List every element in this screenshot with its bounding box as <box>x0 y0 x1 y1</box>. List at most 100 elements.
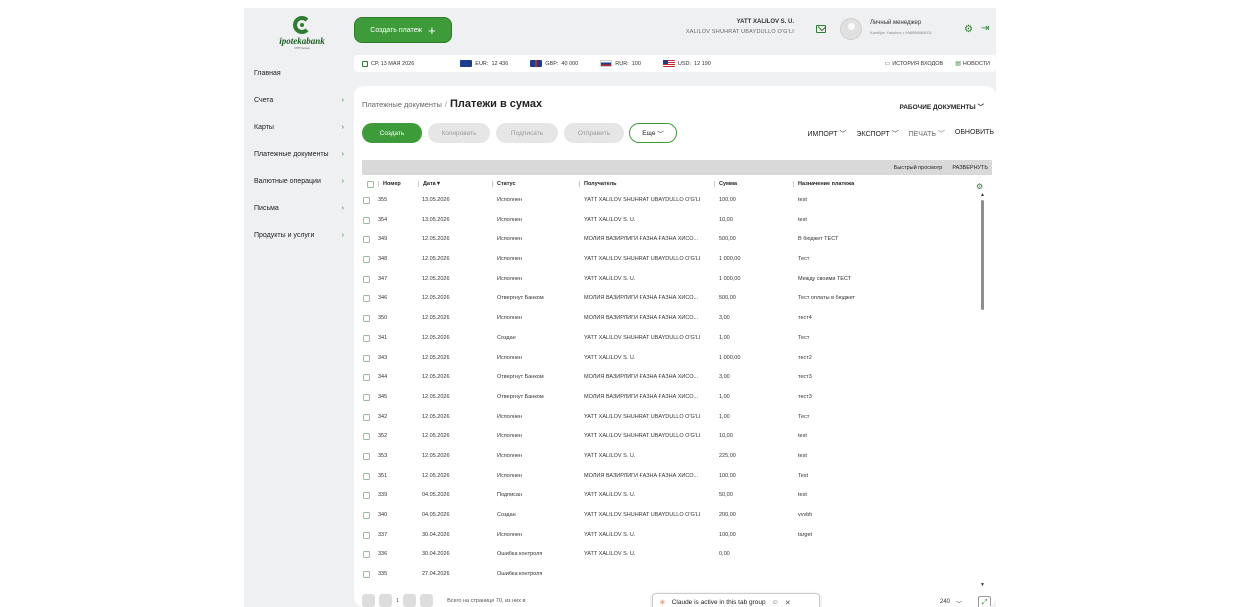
table-row[interactable]: 335 27.04.2026 Ошибка контроля <box>362 568 988 588</box>
bank-logo[interactable]: ipotekabank OTP Group <box>272 16 332 56</box>
row-checkbox[interactable] <box>363 393 370 403</box>
copy-button[interactable]: Копировать <box>428 123 490 143</box>
table-row[interactable]: 355 13.05.2026 Исполнен YATT XALILOV SHUHRA… <box>362 194 988 214</box>
next-page-button[interactable] <box>403 594 417 607</box>
cell-amount: 10,00 <box>719 433 733 440</box>
import-menu[interactable]: ИМПОРТ ﹀ <box>808 129 847 139</box>
table-row[interactable]: 354 13.05.2026 Исполнен YATT XALILOV S. U. 1… <box>362 214 988 234</box>
table-row[interactable]: 349 12.05.2026 Исполнен МОЛИЯ ВАЗИРЛИГИ ҒАЗ… <box>362 233 988 253</box>
print-menu[interactable]: ПЕЧАТЬ ﹀ <box>909 129 945 139</box>
settings-icon[interactable]: ⚙ <box>964 24 973 35</box>
table-row[interactable]: 340 04.05.2026 Создан YATT XALILOV SHUHRAT … <box>362 509 988 529</box>
breadcrumb-parent[interactable]: Платежные документы <box>362 100 442 109</box>
table-row[interactable]: 353 12.05.2026 Исполнен YATT XALILOV S. U. 2… <box>362 450 988 470</box>
send-button[interactable]: Отправить <box>564 123 624 143</box>
row-checkbox[interactable] <box>363 295 370 304</box>
last-page-button[interactable] <box>420 594 434 607</box>
create-button[interactable]: Создать <box>362 123 422 143</box>
cell-purpose: test <box>798 197 807 203</box>
chat-icon[interactable]: ☺ <box>772 599 779 606</box>
checkbox-icon <box>363 452 370 460</box>
sign-button[interactable]: Подписать <box>496 123 558 143</box>
toolbar-actions: ИМПОРТ ﹀ ЭКСПОРТ ﹀ ПЕЧАТЬ ﹀ ОБНОВИТЬ <box>808 129 995 139</box>
row-checkbox[interactable] <box>363 256 370 265</box>
row-checkbox[interactable] <box>363 571 370 580</box>
sidebar-item-products[interactable]: Продукты и услуги › <box>254 222 346 249</box>
table-row[interactable]: 337 30.04.2026 Исполнен YATT XALILOV S. U. 1… <box>362 529 988 549</box>
mail-icon[interactable] <box>816 25 826 33</box>
row-checkbox[interactable] <box>363 512 370 521</box>
import-label: ИМПОРТ <box>807 131 838 138</box>
sidebar-item-accounts[interactable]: Счета › <box>254 87 346 114</box>
export-menu[interactable]: ЭКСПОРТ ﹀ <box>856 129 898 139</box>
sidebar-item-payment-docs[interactable]: Платежные документы › <box>254 141 346 168</box>
row-checkbox[interactable] <box>363 472 370 482</box>
row-checkbox[interactable] <box>363 334 370 344</box>
first-page-button[interactable] <box>362 594 375 607</box>
rate-value: 12 190 <box>694 60 711 67</box>
row-checkbox[interactable] <box>363 236 370 245</box>
sidebar-item-home[interactable]: Главная <box>254 60 346 87</box>
sidebar-item-label: Главная <box>254 70 281 77</box>
chevron-right-icon: › <box>341 151 344 158</box>
create-payment-button[interactable]: Создать платеж + <box>354 17 452 43</box>
prev-page-button[interactable] <box>379 594 392 607</box>
row-checkbox[interactable] <box>363 433 370 442</box>
organization-selector[interactable]: YATT XALILOV S. U. XALILOV SHUHRAT UBAYD… <box>674 19 794 35</box>
row-checkbox[interactable] <box>363 315 370 324</box>
row-checkbox[interactable] <box>363 216 370 226</box>
table-row[interactable]: 348 12.05.2026 Исполнен YATT XALILOV SHUHRA… <box>362 253 988 273</box>
row-checkbox[interactable] <box>363 551 370 560</box>
cell-recipient: YATT XALILOV S. U. <box>584 354 636 361</box>
cell-status: Исполнен <box>497 256 522 263</box>
table-row[interactable]: 342 12.05.2026 Исполнен YATT XALILOV SHUHRA… <box>362 411 988 431</box>
header-date[interactable]: Дата▼ <box>418 181 441 187</box>
news-link[interactable]: ▤ НОВОСТИ <box>955 60 990 68</box>
table-row[interactable]: 345 12.05.2026 Отвергнут Банком МОЛИЯ ВАЗИР… <box>362 391 988 411</box>
table-row[interactable]: 336 30.04.2026 Ошибка контроля YATT XALILOV… <box>362 548 988 568</box>
sidebar-item-cards[interactable]: Карты › <box>254 114 346 141</box>
header-amount[interactable]: Сумма <box>714 181 792 187</box>
cell-recipient: YATT XALILOV S. U. <box>584 216 636 223</box>
sidebar-item-currency-ops[interactable]: Валютные операции › <box>254 168 346 195</box>
row-checkbox[interactable] <box>363 374 370 383</box>
sidebar-item-letters[interactable]: Письма › <box>254 195 346 222</box>
personal-manager[interactable]: Личный менеджер Kamiljon Yakubov • 99899… <box>870 20 932 35</box>
row-checkbox[interactable] <box>363 275 370 285</box>
row-checkbox[interactable] <box>363 413 370 423</box>
table-row[interactable]: 344 12.05.2026 Отвергнут Банком МОЛИЯ ВАЗИР… <box>362 371 988 391</box>
logout-icon[interactable]: ⇥ <box>981 23 989 34</box>
header-purpose[interactable]: Назначение платежа <box>793 181 943 187</box>
row-checkbox[interactable] <box>363 531 370 541</box>
cell-purpose: тест3 <box>798 374 812 381</box>
quick-view-toggle[interactable]: Быстрый просмотр <box>894 165 943 171</box>
select-all-checkbox[interactable] <box>363 181 374 190</box>
cell-recipient: YATT XALILOV S. U. <box>584 531 636 538</box>
table-row[interactable]: 352 12.05.2026 Исполнен YATT XALILOV SHUHRA… <box>362 430 988 450</box>
expand-toggle[interactable]: РАЗВЕРНУТЬ <box>952 165 988 171</box>
work-docs-dropdown[interactable]: РАБОЧИЕ ДОКУМЕНТЫ ﹀ <box>899 101 984 111</box>
table-row[interactable]: 343 12.05.2026 Исполнен YATT XALILOV S. U. 1… <box>362 352 988 372</box>
more-button[interactable]: Еще ﹀ <box>629 123 677 143</box>
refresh-button[interactable]: ОБНОВИТЬ <box>955 129 994 139</box>
table-row[interactable]: 350 12.05.2026 Исполнен МОЛИЯ ВАЗИРЛИГИ ҒАЗ… <box>362 312 988 332</box>
cell-status: Исполнен <box>497 472 522 479</box>
table-row[interactable]: 351 12.05.2026 Исполнен МОЛИЯ ВАЗИРЛИГИ ҒАЗ… <box>362 470 988 490</box>
row-checkbox[interactable] <box>363 492 370 501</box>
column-settings-icon[interactable]: ⚙ <box>976 182 983 191</box>
close-icon[interactable]: ✕ <box>785 599 791 607</box>
table-row[interactable]: 346 12.05.2026 Отвергнут Банком МОЛИЯ ВАЗИР… <box>362 292 988 312</box>
login-history-link[interactable]: ▭ ИСТОРИЯ ВХОДОВ <box>885 60 944 68</box>
table-row[interactable]: 341 12.05.2026 Создан YATT XALILOV SHUHRAT … <box>362 332 988 352</box>
per-page-select[interactable]: 240 ﹀ <box>940 599 962 607</box>
header-recipient[interactable]: Получатель <box>579 181 712 187</box>
table-row[interactable]: 339 04.05.2026 Подписан YATT XALILOV S. U. 5… <box>362 489 988 509</box>
cell-status: Исполнен <box>497 236 522 243</box>
header-status[interactable]: Статус <box>492 181 578 187</box>
row-checkbox[interactable] <box>363 197 370 206</box>
table-row[interactable]: 347 12.05.2026 Исполнен YATT XALILOV S. U. 1… <box>362 273 988 293</box>
expand-icon[interactable]: ⤢ <box>978 596 991 607</box>
row-checkbox[interactable] <box>363 354 370 364</box>
header-number[interactable]: Номер <box>378 181 401 187</box>
row-checkbox[interactable] <box>363 452 370 462</box>
